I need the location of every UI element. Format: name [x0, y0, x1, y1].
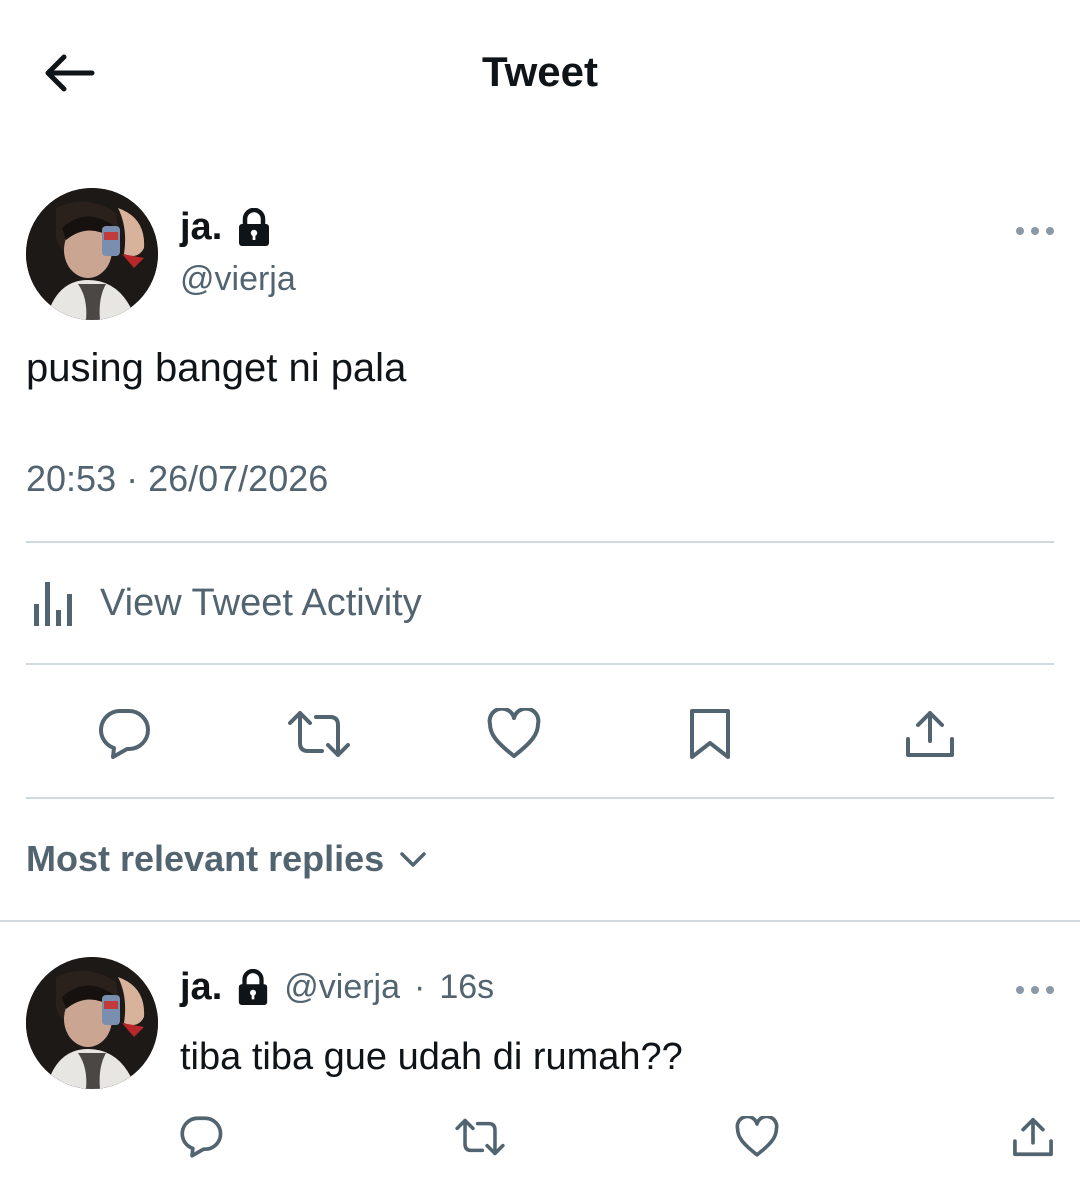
tweet-text: pusing banget ni pala [26, 346, 407, 390]
lock-icon [239, 968, 268, 1005]
replies-sort-dropdown[interactable]: Most relevant replies [26, 838, 428, 880]
reply-display-name[interactable]: ja. [180, 966, 222, 1009]
retweet-icon [455, 1118, 505, 1156]
page-title: Tweet [482, 48, 598, 95]
chevron-down-icon [400, 852, 426, 867]
share-icon [1013, 1117, 1053, 1157]
more-options-button[interactable] [1010, 216, 1060, 246]
more-horizontal-icon [1016, 986, 1054, 994]
reply-handle[interactable]: @vierja [284, 968, 400, 1007]
tweet-timestamp[interactable]: 20:53 · 26/07/2026 [26, 458, 328, 500]
retweet-button[interactable] [284, 704, 354, 764]
meta-separator: · [414, 968, 426, 1006]
more-horizontal-icon [1016, 227, 1054, 235]
activity-label: View Tweet Activity [100, 581, 422, 624]
avatar-photo [26, 957, 158, 1089]
reply-more-options-button[interactable] [1010, 975, 1060, 1005]
comment-icon [99, 709, 150, 759]
reply-share-button[interactable] [1006, 1110, 1060, 1164]
share-icon [906, 711, 954, 757]
section-divider [0, 920, 1080, 922]
reply-reply-button[interactable] [176, 1112, 226, 1162]
share-button[interactable] [900, 704, 960, 764]
reply-like-button[interactable] [730, 1112, 784, 1162]
display-name[interactable]: ja. [180, 206, 222, 249]
reply-age[interactable]: 16s [439, 968, 494, 1007]
bar-chart-icon [34, 582, 72, 626]
handle[interactable]: @vierja [180, 260, 296, 299]
avatar[interactable] [26, 188, 158, 320]
reply-avatar[interactable] [26, 957, 158, 1089]
reply-retweet-button[interactable] [452, 1112, 508, 1162]
avatar-photo [26, 188, 158, 320]
bookmark-icon [690, 709, 730, 759]
replies-sort-label: Most relevant replies [26, 838, 385, 879]
reply-button[interactable] [94, 704, 154, 764]
divider [26, 797, 1054, 799]
divider [26, 541, 1054, 543]
comment-icon [180, 1116, 223, 1158]
heart-icon [735, 1116, 779, 1157]
heart-icon [487, 708, 541, 758]
view-tweet-activity-link[interactable]: View Tweet Activity [30, 578, 422, 628]
lock-icon [239, 207, 270, 246]
retweet-icon [288, 711, 350, 757]
like-button[interactable] [484, 704, 544, 764]
divider [26, 663, 1054, 665]
reply-text: tiba tiba gue udah di rumah?? [180, 1036, 683, 1078]
reply-header: ja. @vierja · 16s [180, 966, 494, 1009]
bookmark-button[interactable] [680, 704, 740, 764]
